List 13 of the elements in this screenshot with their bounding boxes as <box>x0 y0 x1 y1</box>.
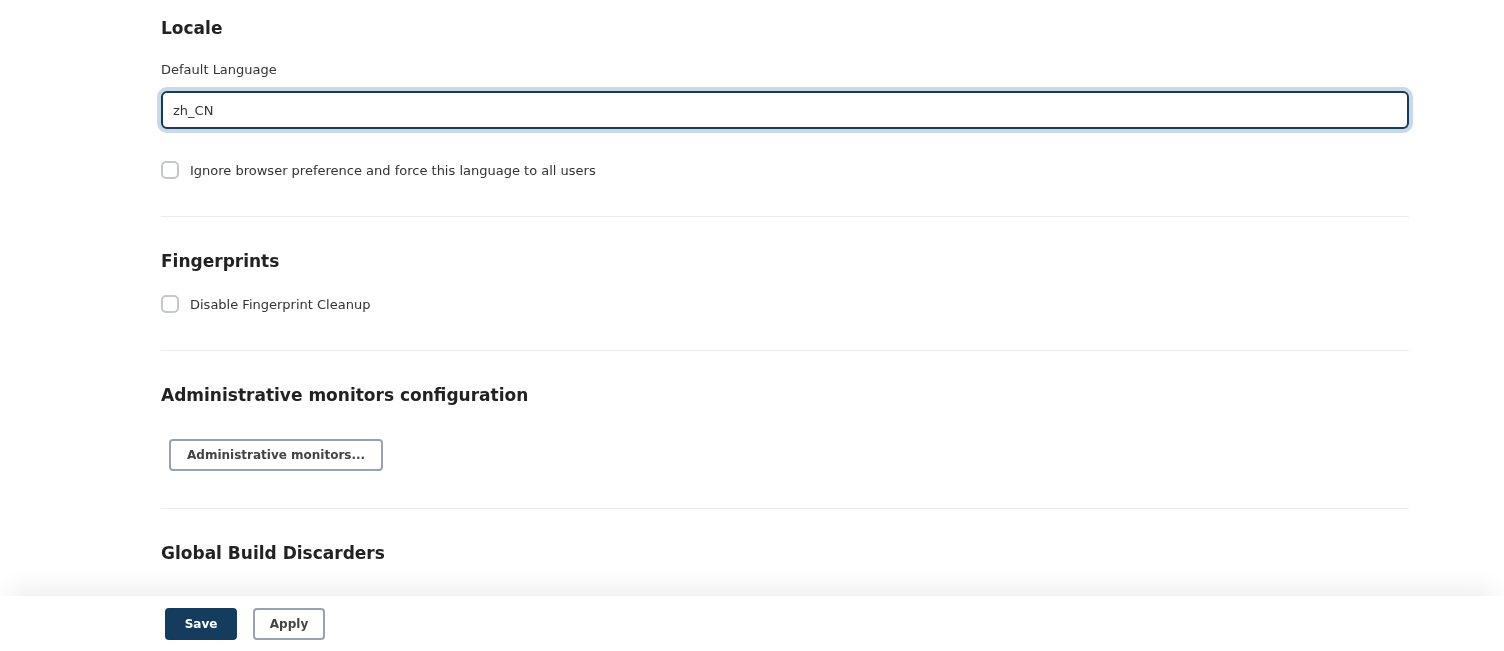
section-heading: Fingerprints <box>161 251 281 271</box>
checkbox[interactable] <box>161 295 179 313</box>
checkbox[interactable] <box>161 161 179 179</box>
apply-button[interactable]: Apply <box>253 607 325 640</box>
administrative-monitors-button[interactable]: Administrative monitors... <box>169 439 384 471</box>
language-input-field[interactable]: zh_CN <box>161 91 1409 129</box>
section-heading: Locale <box>161 18 224 38</box>
save-button[interactable]: Save <box>165 607 237 640</box>
section-heading: Administrative monitors configuration <box>161 385 530 405</box>
field-label: Default Language <box>161 62 278 77</box>
checkbox-label[interactable]: Ignore browser preference and force this language to all users <box>190 162 596 178</box>
checkbox-label[interactable]: Disable Fingerprint Cleanup <box>190 296 371 312</box>
section-heading: Global Build Discarders <box>161 543 386 563</box>
